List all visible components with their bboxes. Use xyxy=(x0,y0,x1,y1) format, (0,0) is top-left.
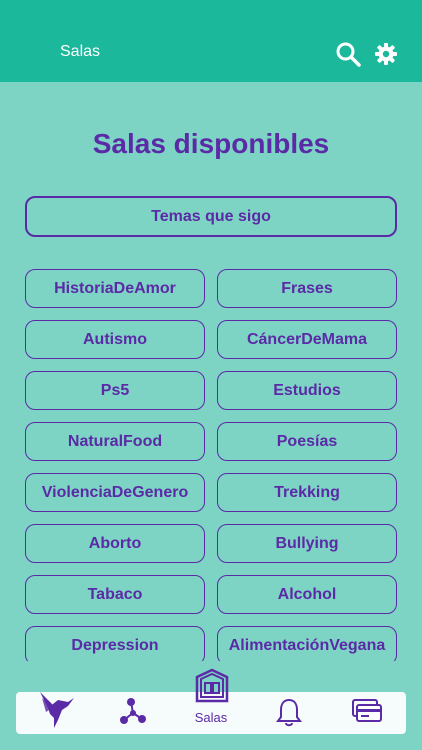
room-button[interactable]: Aborto xyxy=(25,524,205,563)
room-button[interactable]: Frases xyxy=(217,269,397,308)
room-button[interactable]: NaturalFood xyxy=(25,422,205,461)
followed-topics-button[interactable]: Temas que sigo xyxy=(25,196,397,237)
app-bar: Salas xyxy=(0,0,422,82)
room-button[interactable]: HistoriaDeAmor xyxy=(25,269,205,308)
network-icon[interactable] xyxy=(118,696,148,726)
room-button[interactable]: CáncerDeMama xyxy=(217,320,397,359)
room-button[interactable]: ViolenciaDeGenero xyxy=(25,473,205,512)
room-button[interactable]: Estudios xyxy=(217,371,397,410)
room-button[interactable]: Bullying xyxy=(217,524,397,563)
rooms-grid: HistoriaDeAmor Frases Autismo CáncerDeMama P… xyxy=(25,269,397,661)
gear-icon[interactable] xyxy=(372,40,400,68)
room-button[interactable]: Poesías xyxy=(217,422,397,461)
room-button[interactable]: AlimentaciónVegana xyxy=(217,626,397,661)
room-door-icon[interactable] xyxy=(192,666,232,706)
app-bar-title: Salas xyxy=(60,43,101,60)
room-button[interactable]: Autismo xyxy=(25,320,205,359)
room-button[interactable]: Ps5 xyxy=(25,371,205,410)
page-title: Salas disponibles xyxy=(92,128,330,159)
nav-rooms-label[interactable]: Salas xyxy=(186,710,236,725)
search-icon[interactable] xyxy=(334,40,362,68)
hummingbird-icon[interactable] xyxy=(38,690,76,730)
room-button[interactable]: Trekking xyxy=(217,473,397,512)
room-button[interactable]: Tabaco xyxy=(25,575,205,614)
room-button[interactable]: Depression xyxy=(25,626,205,661)
card-icon[interactable] xyxy=(350,697,384,725)
bell-icon[interactable] xyxy=(274,696,304,728)
room-button[interactable]: Alcohol xyxy=(217,575,397,614)
